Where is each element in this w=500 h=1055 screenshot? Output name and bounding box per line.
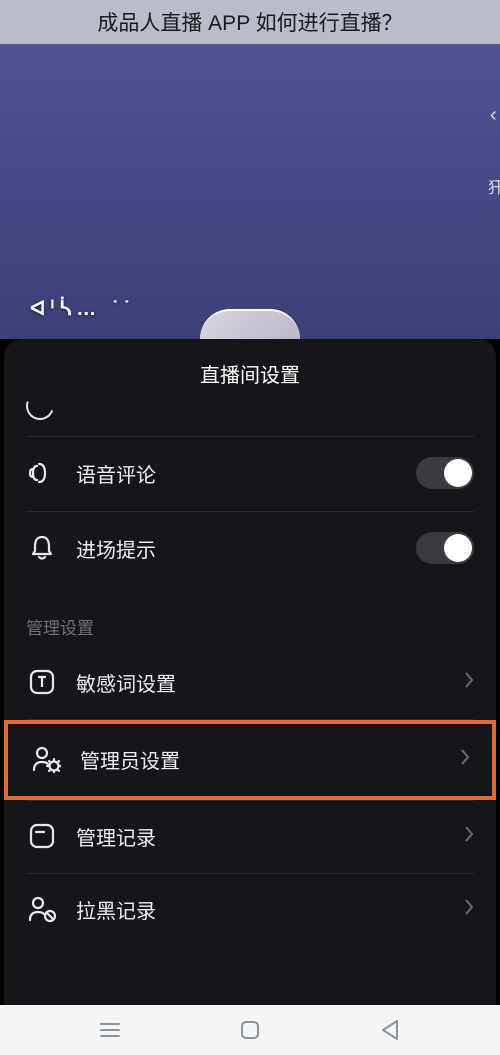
admin-setting-label: 管理员设置 — [80, 745, 460, 774]
voice-comment-row[interactable]: 语音评论 — [4, 437, 496, 511]
blocklist-label: 拉黑记录 — [76, 895, 464, 924]
chevron-right-icon — [464, 671, 474, 694]
enter-notice-row[interactable]: 进场提示 — [4, 512, 496, 586]
system-nav-bar — [0, 1005, 500, 1055]
enter-notice-toggle[interactable] — [416, 532, 474, 564]
nav-back-button[interactable] — [374, 1014, 406, 1046]
nav-home-button[interactable] — [234, 1014, 266, 1046]
block-icon — [26, 894, 58, 924]
page-title-text: 成品人直播 APP 如何进行直播？ — [97, 7, 402, 37]
record-icon — [26, 821, 58, 851]
chevron-right-icon — [464, 825, 474, 848]
manage-record-row[interactable]: 管理记录 — [4, 801, 496, 873]
manage-section-header: 管理设置 — [4, 586, 496, 647]
preview-text-fragment: ᐊᑊᓵ… ˙˙ — [30, 296, 135, 321]
sensitive-words-row[interactable]: 敏感词设置 — [4, 647, 496, 719]
sound-icon — [26, 458, 58, 488]
page-title-bar: 成品人直播 APP 如何进行直播？ — [0, 0, 500, 44]
text-box-icon — [26, 667, 58, 697]
chevron-right-icon — [464, 898, 474, 921]
admin-setting-highlight: 管理员设置 — [4, 720, 496, 800]
toggle-knob — [444, 534, 472, 562]
bell-icon — [26, 533, 58, 563]
settings-sheet: 直播间设置 语音评论 进场提示 管理设置 — [4, 339, 496, 1005]
admin-icon — [30, 744, 62, 774]
manage-record-label: 管理记录 — [76, 822, 464, 851]
enter-notice-label: 进场提示 — [76, 534, 416, 563]
voice-comment-toggle[interactable] — [416, 457, 474, 489]
avatar-partial — [200, 309, 300, 339]
sheet-title: 直播间设置 — [4, 339, 496, 412]
toggle-knob — [444, 459, 472, 487]
bg-decor: ‹ — [490, 104, 500, 124]
live-preview-background: ‹ 犴 ᐊᑊᓵ… ˙˙ — [0, 44, 500, 339]
chevron-right-icon — [460, 748, 470, 771]
voice-comment-label: 语音评论 — [76, 459, 416, 488]
sensitive-words-label: 敏感词设置 — [76, 668, 464, 697]
blocklist-row[interactable]: 拉黑记录 — [4, 874, 496, 946]
admin-setting-row[interactable]: 管理员设置 — [8, 724, 492, 796]
nav-recent-button[interactable] — [94, 1014, 126, 1046]
partial-cutoff-row — [26, 412, 474, 436]
bg-decor: 犴 — [488, 174, 500, 194]
